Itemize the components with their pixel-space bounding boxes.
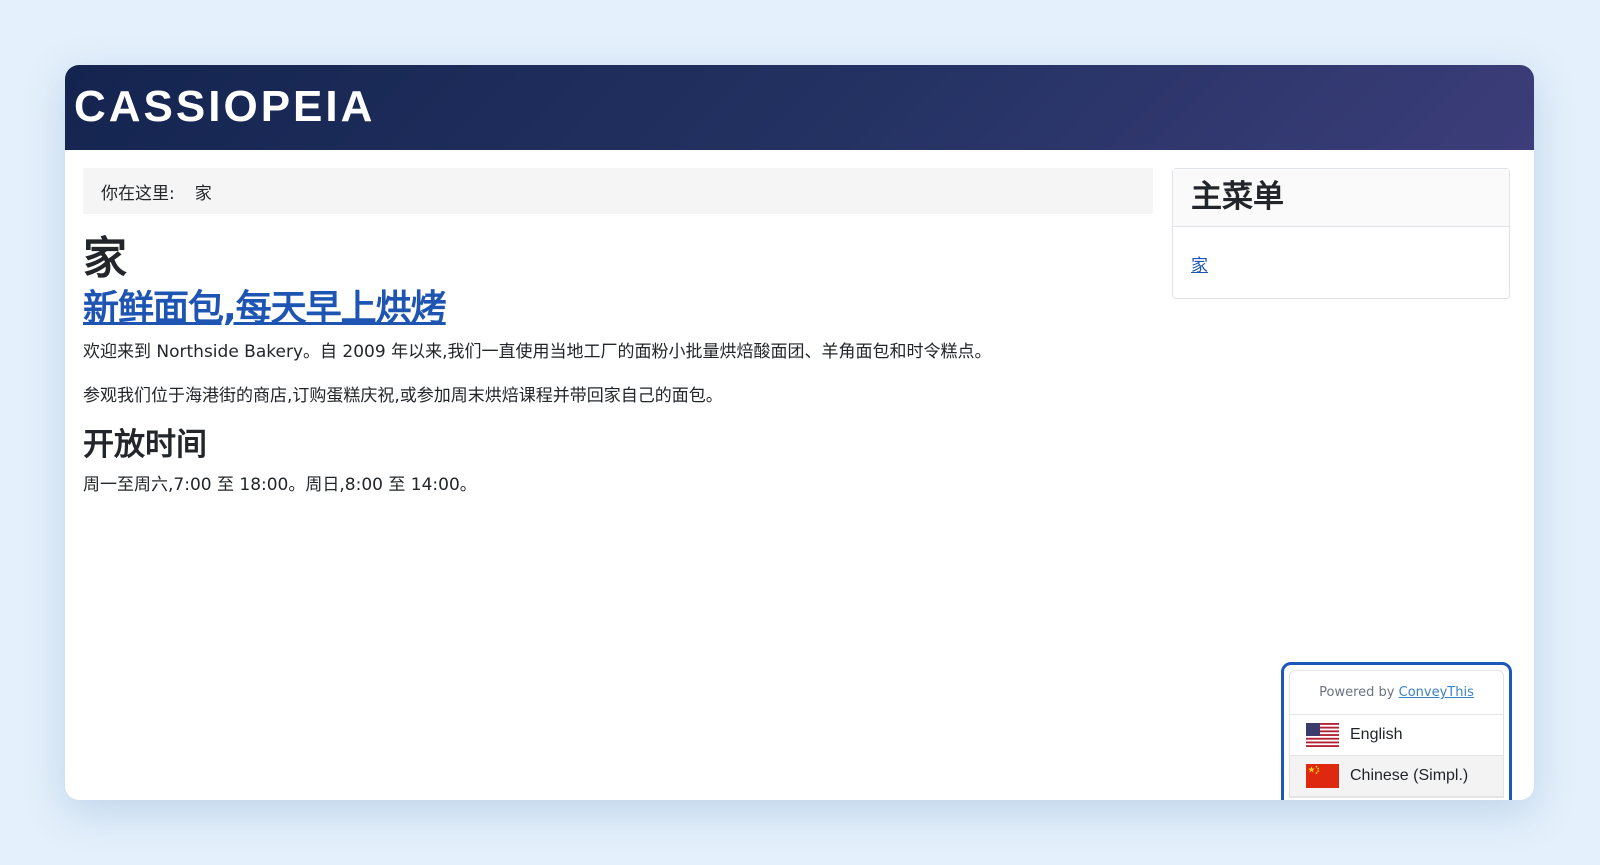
breadcrumb: 你在这里: 家: [83, 168, 1153, 214]
language-switcher: Powered by ConveyThis English Chinese (S…: [1281, 662, 1512, 800]
browser-window: CASSIOPEIA 你在这里: 家 家 新鲜面包,每天早上烘烤 欢迎来到 No…: [65, 65, 1534, 800]
language-list: Powered by ConveyThis English Chinese (S…: [1289, 670, 1504, 798]
powered-by: Powered by ConveyThis: [1290, 671, 1503, 715]
main-content: 家 新鲜面包,每天早上烘烤 欢迎来到 Northside Bakery。自 20…: [83, 233, 1163, 498]
language-option-chinese[interactable]: Chinese (Simpl.): [1290, 756, 1503, 797]
conveythis-link[interactable]: ConveyThis: [1399, 685, 1474, 700]
breadcrumb-current: 家: [194, 183, 212, 204]
site-header: CASSIOPEIA: [65, 65, 1534, 150]
hours-heading: 开放时间: [83, 426, 207, 463]
language-label-english: English: [1350, 726, 1403, 743]
menu-item-home[interactable]: 家: [1191, 251, 1208, 276]
cn-flag-icon: [1306, 764, 1339, 788]
site-brand[interactable]: CASSIOPEIA: [74, 85, 375, 129]
us-flag-icon: [1306, 723, 1339, 747]
powered-by-label: Powered by: [1319, 685, 1395, 700]
main-menu-module: 主菜单 家: [1172, 168, 1510, 299]
visit-paragraph: 参观我们位于海港街的商店,订购蛋糕庆祝,或参加周末烘焙课程并带回家自己的面包。: [83, 385, 723, 406]
intro-paragraph: 欢迎来到 Northside Bakery。自 2009 年以来,我们一直使用当…: [83, 341, 992, 362]
page-title: 家: [83, 233, 127, 284]
hours-text: 周一至周六,7:00 至 18:00。周日,8:00 至 14:00。: [83, 474, 477, 495]
language-label-chinese: Chinese (Simpl.): [1350, 767, 1469, 784]
main-menu-title: 主菜单: [1173, 169, 1509, 227]
language-option-english[interactable]: English: [1290, 715, 1503, 756]
breadcrumb-label: 你在这里:: [101, 183, 175, 204]
article-title-link[interactable]: 新鲜面包,每天早上烘烤: [83, 289, 447, 329]
